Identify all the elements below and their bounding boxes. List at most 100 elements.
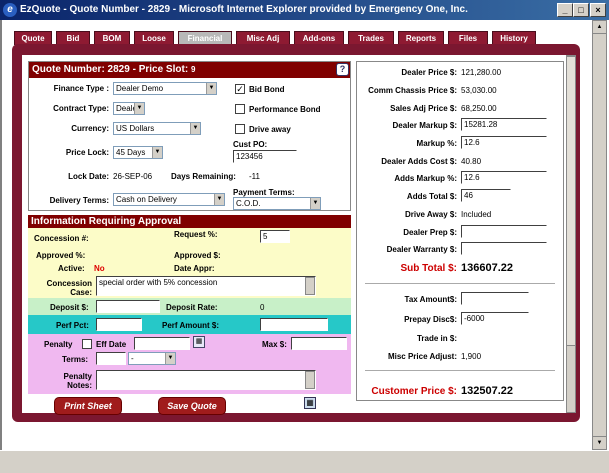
customer-price-value: 132507.22 (461, 385, 513, 397)
dealer-warranty-input[interactable] (461, 242, 547, 255)
window-title-bar: e EzQuote - Quote Number - 2829 - Micros… (0, 0, 609, 20)
adds-markup-input[interactable]: 12.6 (461, 171, 547, 184)
payment-terms-value: C.O.D. (236, 199, 261, 208)
terms-select-value: - (131, 354, 134, 363)
tab-misc-adj[interactable]: Misc Adj (236, 31, 290, 45)
divider (365, 283, 555, 284)
cust-po-input[interactable]: 123456 (233, 150, 297, 163)
comm-chassis-label: Comm Chassis Price $: (368, 86, 457, 95)
help-icon[interactable]: ? (336, 63, 349, 76)
browser-scrollbar[interactable] (592, 20, 607, 450)
perf-amount-label: Perf Amount $: (162, 321, 220, 330)
close-button[interactable]: × (590, 3, 606, 17)
tax-amount-label: Tax Amount$: (404, 295, 457, 304)
quote-panel: Quote Number: 2829 - Price Slot: 9 ? Fin… (28, 61, 351, 211)
currency-label: Currency: (71, 124, 109, 133)
drive-away-price-value: Included (461, 210, 492, 219)
tax-amount-input[interactable] (461, 292, 529, 305)
bid-bond-checkbox[interactable]: ✓ (235, 84, 245, 94)
adds-total-label: Adds Total $: (406, 192, 457, 201)
eff-date-input[interactable] (134, 337, 190, 350)
concession-label: Concession #: (34, 234, 89, 243)
performance-bond-checkbox[interactable] (235, 104, 245, 114)
save-quote-button[interactable]: Save Quote (158, 397, 226, 415)
adds-total-input[interactable]: 46 (461, 189, 511, 202)
tab-history[interactable]: History (492, 31, 536, 45)
price-lock-select[interactable]: 45 Days ▼ (113, 146, 163, 159)
penalty-notes-textarea[interactable] (96, 370, 316, 390)
penalty-notes-label: Penalty Notes: (63, 372, 92, 390)
penalty-notes-scrollbar[interactable] (305, 371, 315, 389)
calendar-icon[interactable]: ▦ (193, 336, 205, 348)
terms-input[interactable] (96, 352, 126, 365)
deposit-input[interactable] (96, 300, 160, 313)
drive-away-checkbox[interactable] (235, 124, 245, 134)
dealer-markup-input[interactable]: 15281.28 (461, 118, 547, 131)
date-appr-label: Date Appr: (174, 264, 215, 273)
pricing-panel: Dealer Price $: 121,280.00 Comm Chassis … (356, 61, 564, 401)
tab-quote[interactable]: Quote (14, 31, 52, 45)
currency-value: US Dollars (116, 124, 155, 133)
concession-case-textarea[interactable]: special order with 5% concession (96, 276, 316, 296)
window-title: EzQuote - Quote Number - 2829 - Microsof… (20, 4, 468, 15)
price-lock-value: 45 Days (116, 148, 146, 157)
tab-loose[interactable]: Loose (134, 31, 174, 45)
quote-header-text: Quote Number: 2829 - Price Slot: (32, 64, 189, 75)
approval-header: Information Requiring Approval (28, 215, 351, 228)
terms-select[interactable]: - ▼ (128, 352, 176, 365)
days-remaining-value: -11 (249, 172, 260, 181)
payment-terms-select[interactable]: C.O.D. ▼ (233, 197, 321, 210)
prepay-disc-input[interactable]: -6000 (461, 312, 529, 325)
chevron-down-icon: ▼ (134, 103, 144, 114)
tab-add-ons[interactable]: Add-ons (294, 31, 344, 45)
status-bar (0, 450, 609, 473)
print-sheet-button[interactable]: Print Sheet (54, 397, 122, 415)
concession-case-label: Concession Case: (46, 279, 92, 297)
calculator-icon[interactable]: ▦ (304, 397, 316, 409)
markup-pct-label: Markup %: (416, 139, 457, 148)
chevron-down-icon: ▼ (165, 353, 175, 364)
penalty-checkbox[interactable] (82, 339, 92, 349)
finance-type-label: Finance Type : (53, 84, 109, 93)
max-input[interactable] (291, 337, 347, 350)
tab-bom[interactable]: BOM (94, 31, 130, 45)
maximize-button[interactable]: □ (573, 3, 589, 17)
markup-pct-input[interactable]: 12.6 (461, 136, 547, 149)
tab-trades[interactable]: Trades (348, 31, 394, 45)
concession-case-scrollbar[interactable] (305, 277, 315, 295)
drive-away-price-label: Drive Away $: (404, 210, 457, 219)
finance-type-select[interactable]: Dealer Demo ▼ (113, 82, 217, 95)
perf-pct-input[interactable] (96, 318, 142, 331)
tab-bid[interactable]: Bid (56, 31, 90, 45)
comm-chassis-value: 53,030.00 (461, 86, 497, 95)
chevron-down-icon: ▼ (190, 123, 200, 134)
content-scrollbar-thumb[interactable] (566, 56, 576, 346)
drive-away-label: Drive away (249, 125, 291, 134)
lock-date-value: 26-SEP-06 (113, 172, 153, 181)
misc-price-adjust-value: 1,900 (461, 352, 482, 361)
price-lock-label: Price Lock: (65, 148, 109, 157)
active-value: No (94, 264, 105, 273)
request-pct-input[interactable]: 5 (260, 230, 290, 243)
eff-date-label: Eff Date (96, 340, 127, 349)
chevron-down-icon: ▼ (310, 198, 320, 209)
delivery-terms-value: Cash on Delivery (116, 195, 177, 204)
tab-files[interactable]: Files (448, 31, 488, 45)
dealer-prep-input[interactable] (461, 225, 547, 238)
deposit-rate-value: 0 (260, 303, 265, 312)
currency-select[interactable]: US Dollars ▼ (113, 122, 201, 135)
tab-reports[interactable]: Reports (398, 31, 444, 45)
subtotal-label: Sub Total $: (400, 263, 457, 274)
perf-amount-input[interactable] (260, 318, 328, 331)
divider (365, 370, 555, 371)
chevron-down-icon: ▼ (214, 194, 224, 205)
delivery-terms-select[interactable]: Cash on Delivery ▼ (113, 193, 225, 206)
dealer-warranty-label: Dealer Warranty $: (386, 245, 457, 254)
contract-type-select[interactable]: Dealer ▼ (113, 102, 145, 115)
dealer-price-label: Dealer Price $: (401, 68, 457, 77)
scroll-up-icon[interactable]: ▲ (592, 20, 607, 34)
quote-header: Quote Number: 2829 - Price Slot: 9 (29, 62, 350, 78)
scroll-down-icon[interactable]: ▼ (592, 436, 607, 450)
misc-price-adjust-label: Misc Price Adjust: (387, 352, 457, 361)
minimize-button[interactable]: _ (557, 3, 573, 17)
